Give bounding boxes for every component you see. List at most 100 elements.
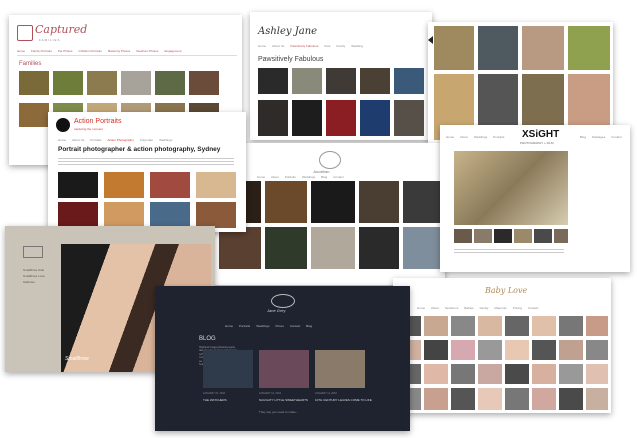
- nav-item[interactable]: Contact: [333, 175, 343, 179]
- photo-thumb[interactable]: [326, 68, 356, 94]
- blog-post-image[interactable]: [203, 350, 253, 388]
- post-title[interactable]: NAUGHTY LITTLE SWEETHEARTS: [259, 398, 308, 402]
- photo-thumb[interactable]: [104, 202, 144, 228]
- photo-thumb[interactable]: [403, 227, 441, 269]
- nav-item[interactable]: About: [271, 175, 279, 179]
- photo-thumb[interactable]: [292, 68, 322, 94]
- nav-item[interactable]: About Us: [72, 138, 84, 142]
- photo-thumb[interactable]: [451, 364, 475, 384]
- photo-thumb[interactable]: [19, 71, 49, 95]
- post-title[interactable]: 10TH CENTURY LEAVES COME TO LIFE: [315, 398, 372, 402]
- nav-item[interactable]: Home: [257, 175, 265, 179]
- nav-item[interactable]: Family: [480, 306, 489, 310]
- photo-thumb[interactable]: [451, 340, 475, 360]
- nav-item[interactable]: Portraits: [493, 135, 504, 139]
- nav-item[interactable]: Blog: [321, 175, 327, 179]
- nav-item[interactable]: Blog: [306, 324, 312, 328]
- nav-item[interactable]: About: [460, 135, 468, 139]
- photo-thumb[interactable]: [559, 316, 583, 336]
- photo-thumb[interactable]: [121, 71, 151, 95]
- photo-thumb[interactable]: [478, 316, 502, 336]
- nav-item[interactable]: Corporate: [140, 138, 153, 142]
- photo-thumb[interactable]: [474, 229, 492, 243]
- photo-thumb[interactable]: [568, 26, 610, 70]
- nav-item[interactable]: Home: [58, 138, 66, 142]
- photo-thumb[interactable]: [87, 71, 117, 95]
- photo-thumb[interactable]: [451, 388, 475, 410]
- prev-arrow-icon[interactable]: [428, 36, 433, 44]
- photo-thumb[interactable]: [196, 172, 236, 198]
- nav-item[interactable]: About: [431, 306, 439, 310]
- nav-item[interactable]: Contact: [528, 306, 538, 310]
- photo-thumb[interactable]: [258, 68, 288, 94]
- nav-item[interactable]: Family: [336, 44, 345, 48]
- photo-thumb[interactable]: [58, 172, 98, 198]
- side-menu-item[interactable]: Smallthree Love: [23, 274, 45, 278]
- side-menu-item[interactable]: Smallthree Kids: [23, 268, 44, 272]
- nav-item[interactable]: Pets: [324, 44, 330, 48]
- nav-item[interactable]: Newborns: [445, 306, 459, 310]
- nav-item[interactable]: Blog: [580, 135, 586, 139]
- blog-post-image[interactable]: [259, 350, 309, 388]
- photo-thumb[interactable]: [394, 100, 424, 136]
- nav-item[interactable]: Contact: [290, 324, 300, 328]
- photo-thumb[interactable]: [265, 227, 307, 269]
- photo-thumb[interactable]: [586, 388, 608, 410]
- photo-thumb[interactable]: [104, 172, 144, 198]
- photo-thumb[interactable]: [559, 364, 583, 384]
- nav-item[interactable]: Action Photography: [108, 138, 134, 142]
- photo-thumb[interactable]: [326, 100, 356, 136]
- photo-thumb[interactable]: [155, 71, 185, 95]
- nav-item[interactable]: Wedding: [351, 44, 363, 48]
- photo-thumb[interactable]: [150, 172, 190, 198]
- blog-post-image[interactable]: [315, 350, 365, 388]
- photo-thumb[interactable]: [189, 71, 219, 95]
- nav-item[interactable]: Portfolio: [285, 175, 296, 179]
- nav-item[interactable]: Pet Photos: [58, 49, 73, 53]
- photo-thumb[interactable]: [53, 71, 83, 95]
- photo-thumb[interactable]: [559, 340, 583, 360]
- photo-thumb[interactable]: [478, 364, 502, 384]
- photo-thumb[interactable]: [359, 227, 399, 269]
- photo-thumb[interactable]: [532, 388, 556, 410]
- nav-item[interactable]: Packages: [592, 135, 605, 139]
- photo-thumb[interactable]: [360, 68, 390, 94]
- nav-item[interactable]: Home: [225, 324, 233, 328]
- nav-item[interactable]: Contact: [611, 135, 621, 139]
- nav-item[interactable]: Weddings: [302, 175, 315, 179]
- photo-thumb[interactable]: [586, 340, 608, 360]
- photo-thumb[interactable]: [360, 100, 390, 136]
- photo-thumb[interactable]: [19, 103, 49, 127]
- photo-thumb[interactable]: [505, 340, 529, 360]
- nav-item[interactable]: Portraits: [90, 138, 101, 142]
- photo-thumb[interactable]: [559, 388, 583, 410]
- nav-item[interactable]: Newborn Photos: [136, 49, 158, 53]
- photo-thumb[interactable]: [394, 68, 424, 94]
- nav-item[interactable]: Weddings: [159, 138, 172, 142]
- photo-thumb[interactable]: [478, 26, 518, 70]
- photo-thumb[interactable]: [292, 100, 322, 136]
- photo-thumb[interactable]: [532, 364, 556, 384]
- photo-thumb[interactable]: [424, 364, 448, 384]
- photo-thumb[interactable]: [403, 181, 441, 223]
- photo-thumb[interactable]: [424, 340, 448, 360]
- nav-item[interactable]: Portraits: [239, 324, 250, 328]
- photo-thumb[interactable]: [532, 340, 556, 360]
- photo-thumb[interactable]: [424, 316, 448, 336]
- nav-item[interactable]: Maternity: [494, 306, 506, 310]
- photo-thumb[interactable]: [451, 316, 475, 336]
- photo-thumb[interactable]: [196, 202, 236, 228]
- nav-item[interactable]: Pricing: [513, 306, 522, 310]
- photo-thumb[interactable]: [219, 227, 261, 269]
- nav-item[interactable]: Prices: [275, 324, 283, 328]
- photo-thumb[interactable]: [522, 26, 564, 70]
- photo-thumb[interactable]: [258, 100, 288, 136]
- photo-thumb[interactable]: [514, 229, 532, 243]
- photo-thumb[interactable]: [311, 227, 355, 269]
- photo-thumb[interactable]: [478, 340, 502, 360]
- post-title[interactable]: THE WATCHERS: [203, 398, 227, 402]
- photo-thumb[interactable]: [534, 229, 552, 243]
- photo-thumb[interactable]: [434, 26, 474, 70]
- photo-thumb[interactable]: [532, 316, 556, 336]
- photo-thumb[interactable]: [586, 316, 608, 336]
